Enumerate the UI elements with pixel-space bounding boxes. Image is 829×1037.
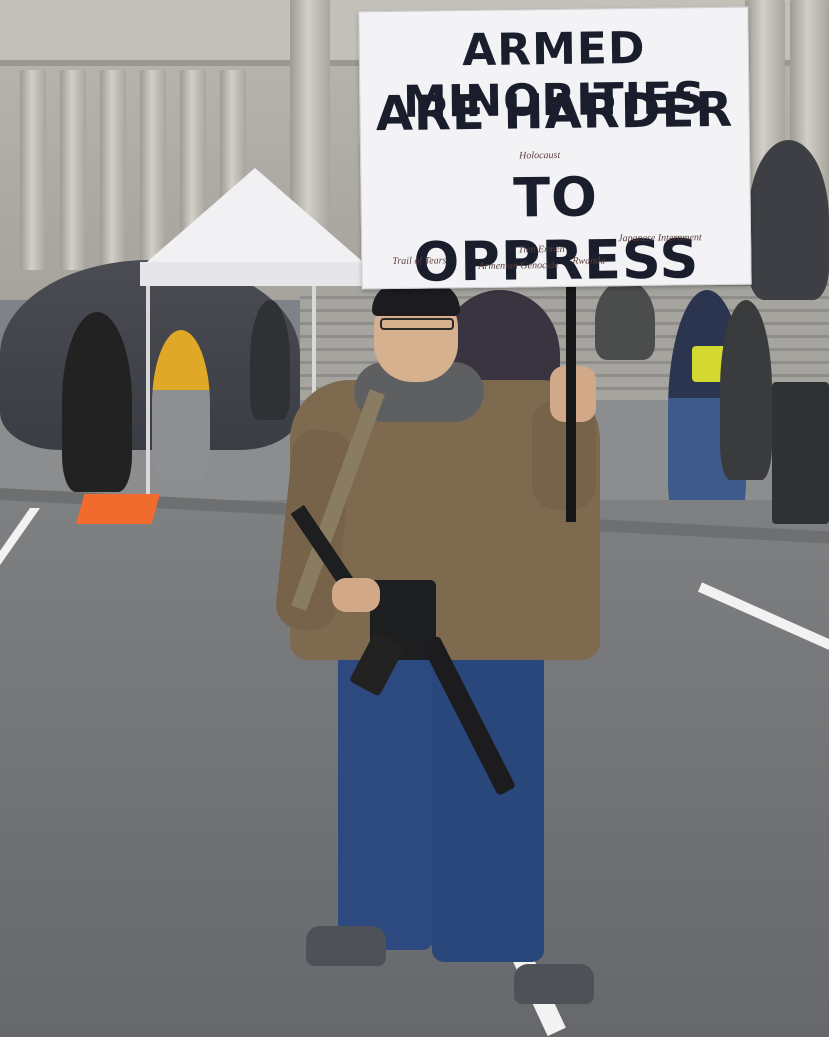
sign-note: Tien Ermen bbox=[518, 243, 565, 256]
shoe bbox=[514, 964, 594, 1004]
sign-line-2: ARE HARDER bbox=[375, 81, 734, 143]
column bbox=[20, 70, 46, 270]
sign-note: Rwanda bbox=[572, 255, 606, 267]
person-in-black bbox=[62, 312, 132, 492]
sign-note: Armenian Genocide bbox=[478, 259, 559, 272]
glasses bbox=[380, 318, 454, 330]
shoe bbox=[306, 926, 386, 966]
protest-photo: ARMED MINORITIES ARE HARDER TO OPPRESS H… bbox=[0, 0, 829, 1037]
column bbox=[60, 70, 86, 270]
protester bbox=[273, 280, 610, 1025]
sign-stick bbox=[566, 280, 576, 522]
sign-note: Japanese Internment bbox=[618, 232, 702, 245]
sign-note: Trail of Tears bbox=[392, 255, 447, 267]
trash-can bbox=[772, 382, 829, 524]
crowd-person bbox=[720, 300, 772, 480]
column bbox=[100, 70, 126, 270]
jeans-left-leg bbox=[338, 650, 434, 950]
sign-line-3: TO OPPRESS bbox=[413, 165, 700, 294]
protest-sign: ARMED MINORITIES ARE HARDER TO OPPRESS H… bbox=[358, 6, 752, 294]
traffic-cone bbox=[76, 494, 160, 524]
crowd bbox=[748, 140, 829, 300]
person-yellow-jacket bbox=[152, 330, 210, 480]
column bbox=[140, 70, 166, 270]
tent-leg bbox=[146, 286, 150, 496]
left-hand bbox=[332, 578, 380, 612]
sign-note: Holocaust bbox=[519, 149, 561, 162]
